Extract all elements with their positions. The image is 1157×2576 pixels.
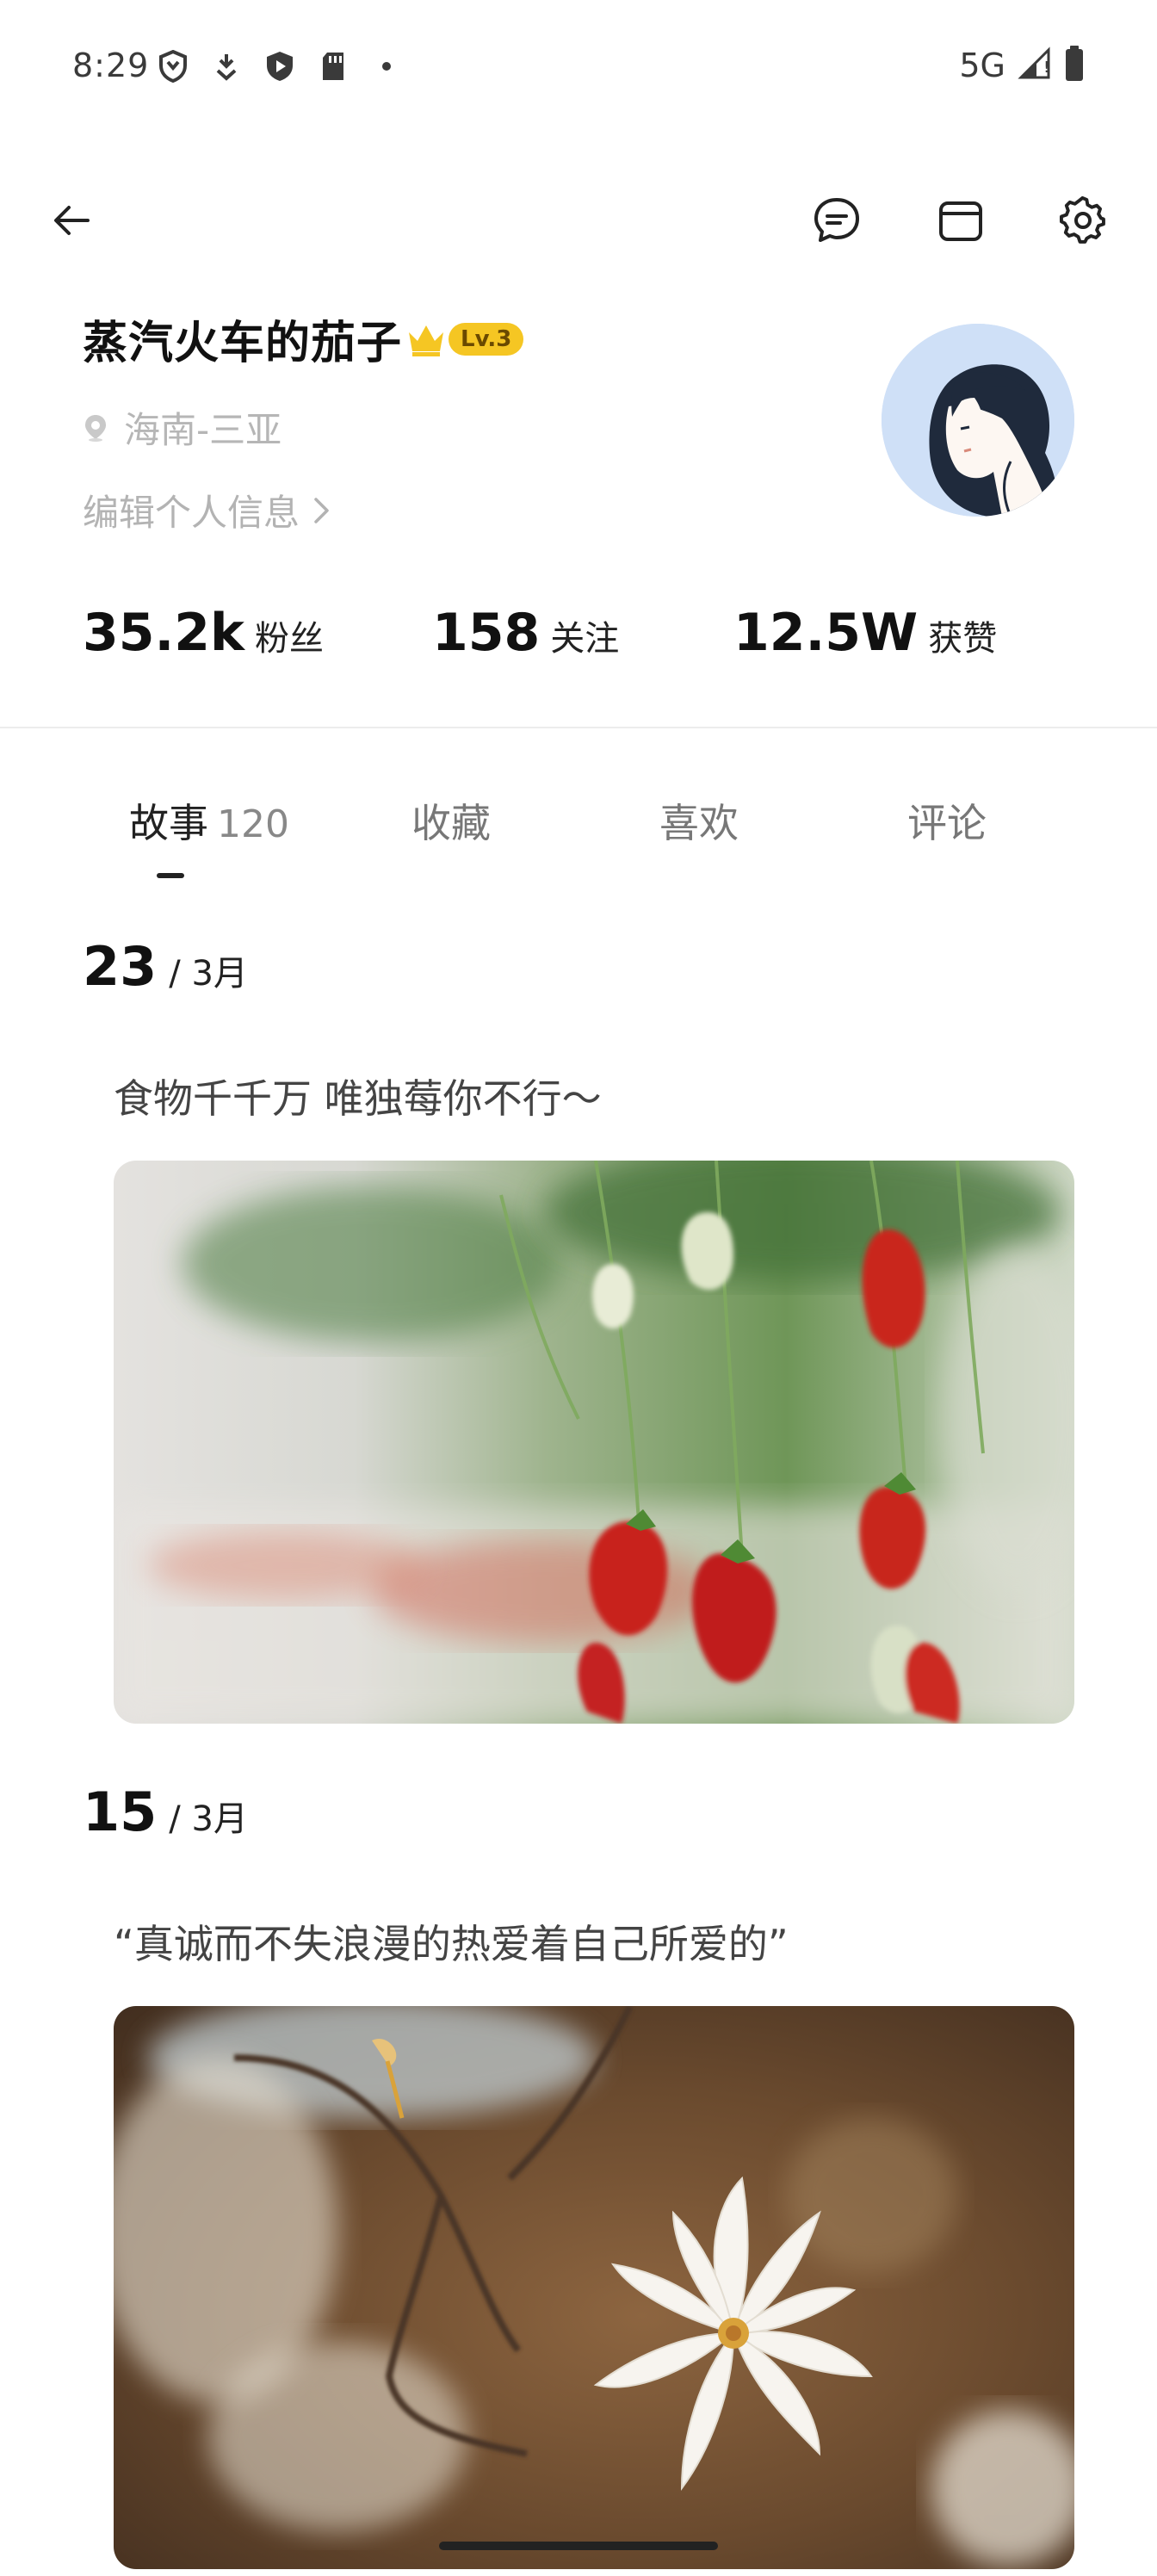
network-type: 5G [959, 46, 1005, 84]
fans-label: 粉丝 [254, 619, 324, 659]
crown-icon [405, 320, 447, 358]
edit-profile-label: 编辑个人信息 [83, 492, 300, 534]
download-arrow-icon [208, 48, 244, 84]
active-tab-indicator [157, 873, 184, 878]
username-row: 蒸汽火车的茄子 Lv.3 [83, 307, 524, 371]
likes-count: 12.5W [733, 603, 919, 663]
post-date-month: / 3月 [169, 954, 248, 994]
calendar-button[interactable] [926, 186, 995, 255]
post-image-strawberry[interactable] [114, 1161, 1074, 1724]
chevron-right-icon [314, 497, 329, 523]
post-date-month: / 3月 [169, 1799, 248, 1839]
edit-profile-link[interactable]: 编辑个人信息 [83, 484, 332, 536]
stat-likes[interactable]: 12.5W 获赞 [733, 603, 997, 663]
status-notification-icons [155, 48, 405, 84]
tab-stories-count: 120 [217, 802, 289, 846]
stat-fans[interactable]: 35.2k 粉丝 [83, 603, 324, 663]
status-system-icons: 5G ! [959, 45, 1085, 86]
tab-comments[interactable]: 评论 [907, 792, 987, 849]
gear-icon [1059, 196, 1105, 244]
section-divider [0, 727, 1157, 728]
message-button[interactable] [802, 186, 871, 255]
level-badge: Lv.3 [449, 322, 524, 356]
chat-bubble-icon [814, 198, 859, 242]
post-date: 15 / 3月 [83, 1780, 248, 1843]
post-caption[interactable]: “真诚而不失浪漫的热爱着自己所爱的” [114, 1913, 789, 1970]
back-button[interactable] [38, 186, 107, 255]
profile-page: 8:29 5G ! 蒸汽火车的茄子 Lv.3 海南-三亚 编辑个人信息 35.2… [0, 0, 1157, 2576]
arrow-left-icon [54, 206, 90, 235]
dot-icon [368, 48, 405, 84]
status-time: 8:29 [72, 46, 150, 84]
post-date-day: 15 [83, 1780, 158, 1843]
home-indicator[interactable] [439, 2542, 718, 2550]
play-shield-icon [262, 48, 298, 84]
calendar-icon [939, 201, 982, 241]
tab-stories-label: 故事 [129, 800, 208, 846]
likes-label: 获赞 [928, 619, 998, 659]
post-date: 23 / 3月 [83, 935, 248, 998]
post-date-day: 23 [83, 935, 158, 998]
avatar[interactable] [882, 324, 1074, 517]
svg-text:!: ! [1043, 59, 1049, 77]
tab-stories[interactable]: 故事 120 [129, 792, 289, 849]
location-pin-icon [85, 414, 106, 442]
post-caption[interactable]: 食物千千万 唯独莓你不行～ [114, 1068, 602, 1124]
signal-icon: ! [1018, 46, 1052, 84]
shield-outline-icon [155, 48, 191, 84]
top-app-bar [0, 172, 1157, 267]
sd-card-icon [315, 48, 351, 84]
settings-button[interactable] [1049, 186, 1117, 255]
tab-likes[interactable]: 喜欢 [659, 792, 739, 849]
battery-icon [1064, 45, 1085, 86]
following-count: 158 [432, 603, 541, 663]
post-image-white-flower[interactable] [114, 2006, 1074, 2569]
stat-following[interactable]: 158 关注 [432, 603, 619, 663]
fans-count: 35.2k [83, 603, 244, 663]
username: 蒸汽火车的茄子 [83, 318, 403, 369]
location-text: 海南-三亚 [124, 409, 282, 451]
location: 海南-三亚 [83, 401, 282, 454]
tab-collections[interactable]: 收藏 [411, 792, 491, 849]
status-bar: 8:29 5G ! [0, 0, 1157, 138]
following-label: 关注 [550, 619, 620, 659]
